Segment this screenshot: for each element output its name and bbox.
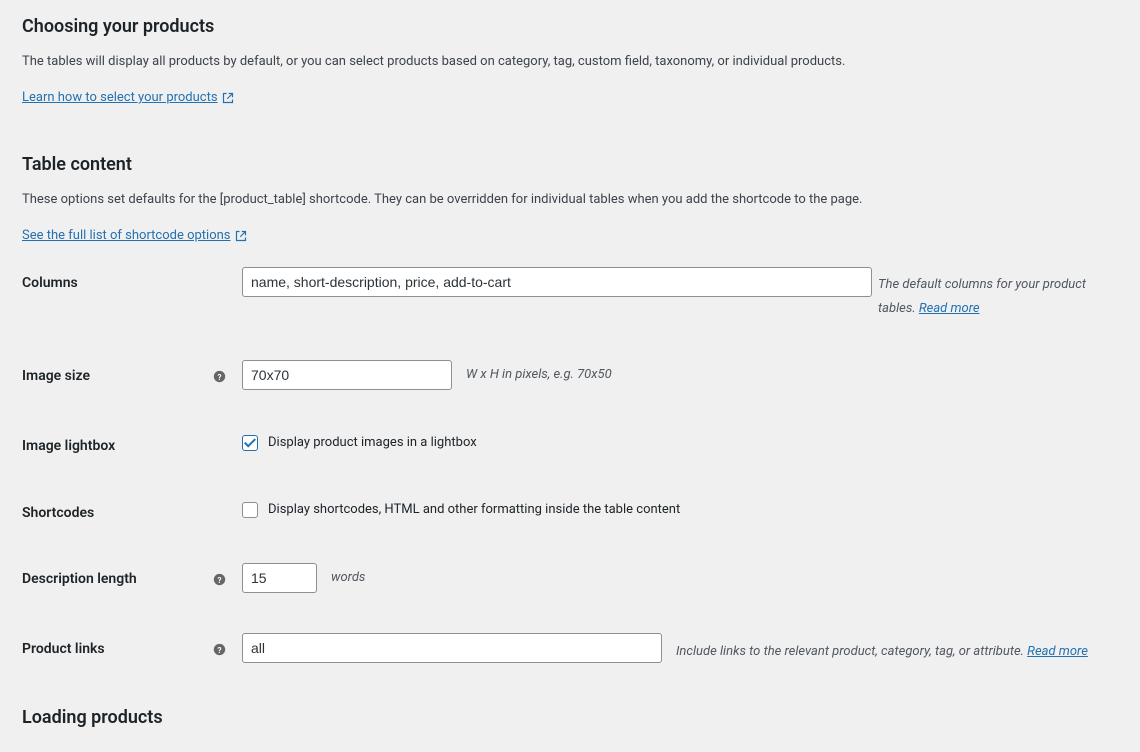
label-product-links: Product links <box>22 641 105 657</box>
desc-text: Include links to the relevant product, c… <box>676 644 1027 659</box>
link-label: Learn how to select your products <box>22 89 218 107</box>
row-image-size: Image size ? W x H in pixels, e.g. 70x50 <box>22 360 1118 390</box>
help-icon[interactable]: ? <box>213 573 226 586</box>
product-links-input[interactable] <box>242 633 662 663</box>
row-columns: Columns The default columns for your pro… <box>22 267 1118 320</box>
lightbox-checkbox-label: Display product images in a lightbox <box>268 434 477 452</box>
help-icon[interactable]: ? <box>213 643 226 656</box>
product-links-desc: Include links to the relevant product, c… <box>676 633 1118 665</box>
row-lightbox: Image lightbox Display product images in… <box>22 430 1118 457</box>
svg-text:?: ? <box>217 645 221 655</box>
section-heading-choosing: Choosing your products <box>22 14 1118 39</box>
link-read-more-columns[interactable]: Read more <box>919 301 980 316</box>
label-image-size: Image size <box>22 368 90 384</box>
shortcodes-checkbox[interactable] <box>242 502 258 518</box>
section-heading-table-content: Table content <box>22 152 1118 177</box>
row-product-links: Product links ? Include links to the rel… <box>22 633 1118 665</box>
link-learn-select-products[interactable]: Learn how to select your products <box>22 89 234 107</box>
lightbox-checkbox[interactable] <box>242 435 258 451</box>
help-icon[interactable]: ? <box>213 370 226 383</box>
columns-input[interactable] <box>242 267 872 297</box>
section-heading-loading: Loading products <box>22 705 1118 730</box>
row-desc-length: Description length ? words <box>22 563 1118 593</box>
shortcodes-checkbox-wrap[interactable]: Display shortcodes, HTML and other forma… <box>242 497 680 519</box>
lightbox-checkbox-wrap[interactable]: Display product images in a lightbox <box>242 430 477 452</box>
row-shortcodes: Shortcodes Display shortcodes, HTML and … <box>22 497 1118 524</box>
shortcodes-checkbox-label: Display shortcodes, HTML and other forma… <box>268 501 680 519</box>
external-link-icon <box>222 92 234 104</box>
external-link-icon <box>235 230 247 242</box>
image-size-desc: W x H in pixels, e.g. 70x50 <box>466 360 612 384</box>
label-columns: Columns <box>22 267 242 294</box>
section-desc-choosing: The tables will display all products by … <box>22 53 1118 71</box>
image-size-input[interactable] <box>242 360 452 390</box>
label-lightbox: Image lightbox <box>22 430 242 457</box>
svg-text:?: ? <box>217 372 221 382</box>
link-label: See the full list of shortcode options <box>22 227 231 245</box>
label-shortcodes: Shortcodes <box>22 497 242 524</box>
desc-length-input[interactable] <box>242 563 317 593</box>
link-read-more-product-links[interactable]: Read more <box>1027 644 1088 659</box>
desc-length-unit: words <box>331 563 365 587</box>
columns-desc: The default columns for your product tab… <box>878 267 1118 320</box>
link-shortcode-options[interactable]: See the full list of shortcode options <box>22 227 247 245</box>
svg-text:?: ? <box>217 575 221 585</box>
label-desc-length: Description length <box>22 571 137 587</box>
desc-text: The default columns for your product tab… <box>878 277 1086 315</box>
section-desc-table-content: These options set defaults for the [prod… <box>22 191 1118 209</box>
